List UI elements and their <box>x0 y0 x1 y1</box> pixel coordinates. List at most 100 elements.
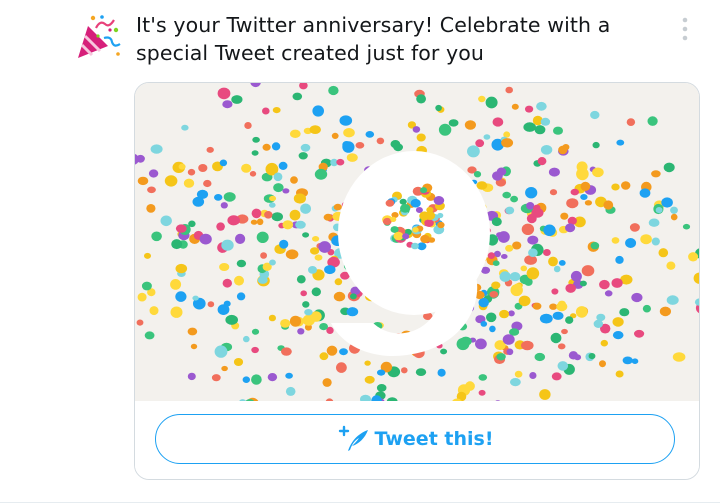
confetti-dot <box>219 263 230 271</box>
confetti-dot <box>282 188 290 194</box>
confetti-dot <box>170 279 182 290</box>
confetti-dot <box>251 374 262 385</box>
confetti-dot <box>438 123 452 136</box>
confetti-dot <box>171 239 183 250</box>
confetti-dot <box>648 218 660 227</box>
confetti-dot <box>334 278 343 286</box>
confetti-dot <box>575 306 588 318</box>
confetti-dot <box>223 192 236 202</box>
confetti-dot <box>539 389 551 400</box>
confetti-dot <box>217 87 231 100</box>
confetti-dot <box>640 234 652 245</box>
confetti-dot <box>526 267 540 280</box>
confetti-dot <box>293 193 306 204</box>
confetti-dot <box>521 223 535 235</box>
confetti-dot <box>242 376 250 384</box>
confetti-dot <box>511 103 519 110</box>
confetti-dot <box>525 105 534 113</box>
confetti-dot <box>537 157 547 166</box>
confetti-dot <box>496 232 504 238</box>
confetti-dot <box>267 373 278 382</box>
confetti-dot <box>467 145 480 158</box>
confetti-dot <box>612 317 624 327</box>
confetti-dot <box>548 256 558 267</box>
confetti-dot <box>272 107 281 114</box>
confetti-dot <box>543 224 556 237</box>
more-vertical-icon[interactable] <box>675 14 695 44</box>
confetti-dot <box>148 169 159 178</box>
confetti-dot <box>236 259 247 268</box>
confetti-dot <box>625 238 637 248</box>
confetti-dot <box>576 161 588 173</box>
confetti-dot <box>251 150 259 156</box>
confetti-dot <box>160 215 172 227</box>
confetti-dot <box>346 153 358 162</box>
confetti-dot <box>311 287 321 297</box>
confetti-dot <box>314 254 323 261</box>
confetti-dot <box>540 117 551 126</box>
confetti-dot <box>510 195 518 203</box>
confetti-dot <box>670 206 678 214</box>
anniversary-card[interactable]: Tweet this! <box>134 82 700 480</box>
confetti-dot <box>250 219 258 225</box>
confetti-dot <box>244 122 252 129</box>
confetti-dot <box>147 186 156 194</box>
confetti-dot <box>399 198 407 205</box>
confetti-dot <box>600 339 608 347</box>
confetti-dot <box>285 372 293 379</box>
confetti-dot <box>308 266 317 274</box>
confetti-dot <box>324 265 336 275</box>
confetti-dot <box>310 247 320 255</box>
confetti-dot <box>271 142 281 151</box>
confetti-dot <box>557 343 566 350</box>
confetti-dot <box>505 206 515 215</box>
confetti-dot <box>473 171 482 178</box>
confetti-dot <box>548 167 560 177</box>
confetti-dot <box>318 241 331 253</box>
confetti-dot <box>529 372 537 379</box>
confetti-dot <box>534 352 546 362</box>
confetti-dot <box>251 208 262 219</box>
confetti-dot <box>580 194 588 200</box>
confetti-dot <box>302 232 310 238</box>
confetti-dot <box>390 140 401 149</box>
confetti-dot <box>566 198 579 209</box>
confetti-dot <box>553 265 561 273</box>
confetti-dot <box>225 314 238 325</box>
confetti-dot <box>149 306 159 316</box>
confetti-dot <box>333 203 342 211</box>
confetti-dot <box>251 328 260 335</box>
confetti-dot <box>526 202 535 210</box>
confetti-dot <box>339 348 348 356</box>
confetti-dot <box>192 196 205 207</box>
confetti-dot <box>440 348 448 355</box>
confetti-dot <box>485 96 498 109</box>
confetti-dot <box>581 265 595 277</box>
confetti-dot <box>539 313 553 324</box>
confetti-dot <box>260 252 267 259</box>
confetti-dot <box>549 303 558 310</box>
confetti-dot <box>183 178 195 188</box>
confetti-dot <box>492 171 503 181</box>
confetti-dot <box>476 181 488 190</box>
confetti-dot <box>647 116 658 126</box>
confetti-dot <box>364 360 371 366</box>
confetti-dot <box>410 198 421 208</box>
confetti-dot <box>532 302 542 310</box>
confetti-dot <box>550 332 562 344</box>
confetti-dot <box>243 335 250 343</box>
confetti-dot <box>435 104 442 112</box>
confetti-dot <box>401 367 408 374</box>
party-popper-icon <box>74 14 122 60</box>
confetti-dot <box>558 260 566 266</box>
confetti-dot <box>534 125 546 135</box>
anniversary-notification[interactable]: It's your Twitter anniversary! Celebrate… <box>0 0 720 503</box>
confetti-dot <box>580 181 591 191</box>
confetti-dot <box>416 133 426 142</box>
confetti-dot <box>631 292 643 303</box>
confetti-dot <box>382 217 392 226</box>
confetti-dot <box>350 293 357 300</box>
confetti-dot <box>336 362 347 373</box>
confetti-dot <box>192 295 199 301</box>
tweet-this-button[interactable]: Tweet this! <box>155 414 675 464</box>
